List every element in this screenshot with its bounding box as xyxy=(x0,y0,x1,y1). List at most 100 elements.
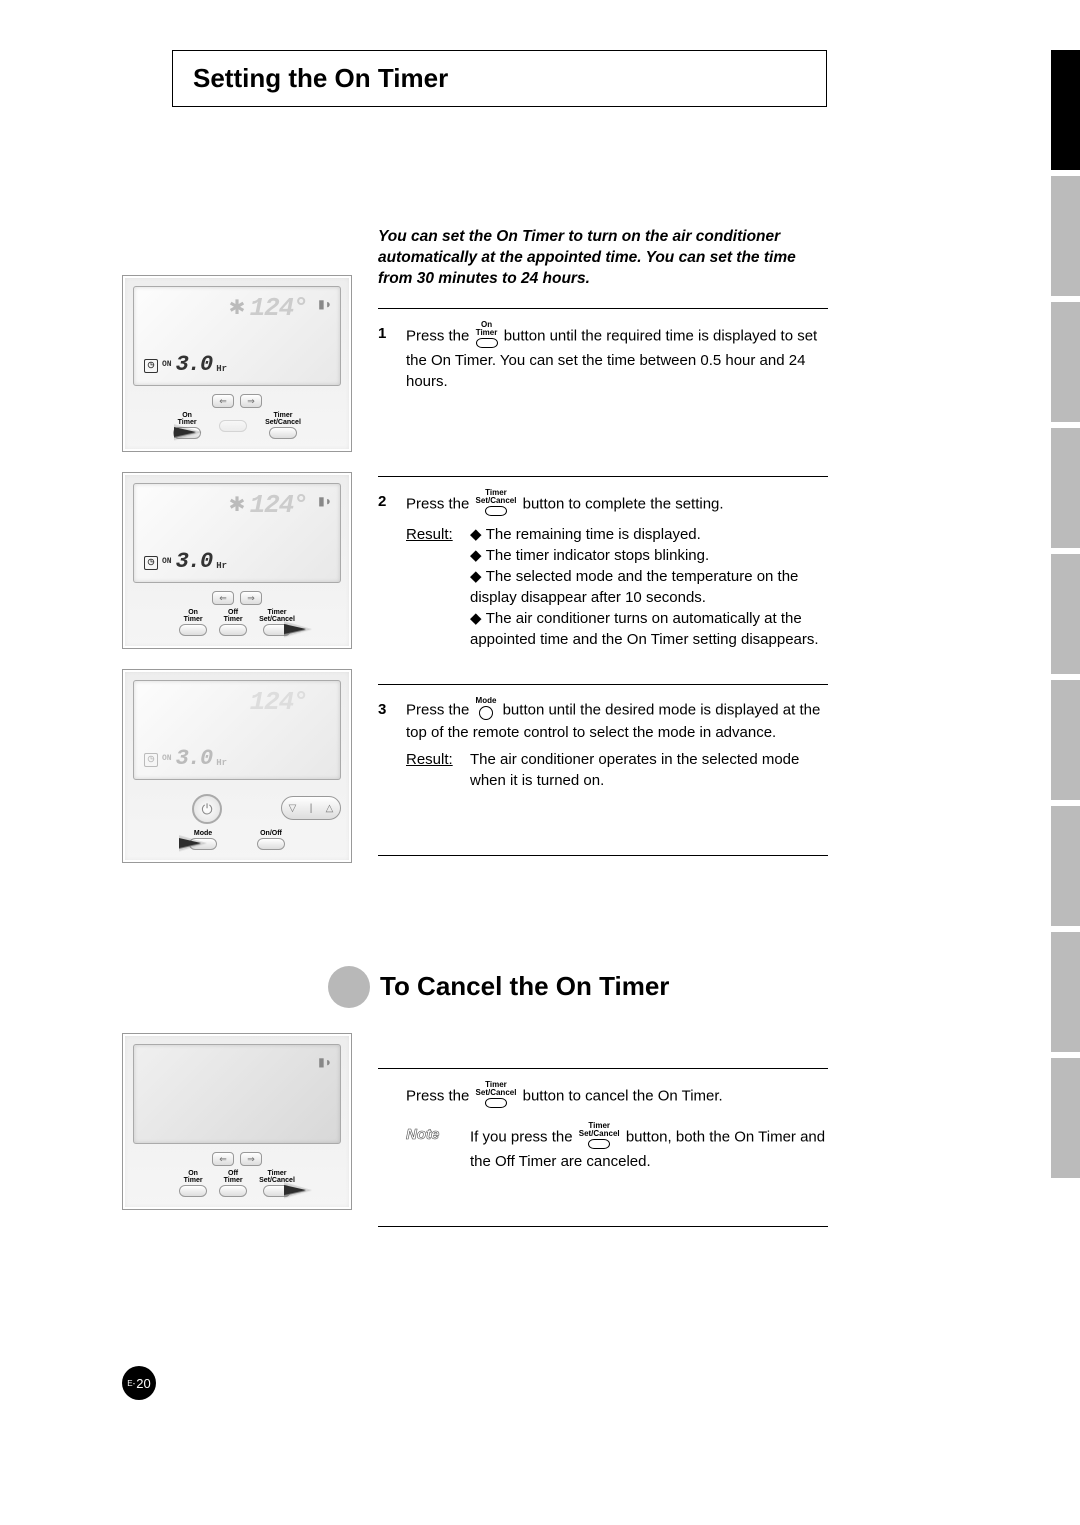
mode-button-icon: Mode xyxy=(476,697,497,720)
timer-readout: ◷ ON 3.0 Hr xyxy=(144,352,330,377)
remote-screen: 124° ◷ ON 3.0 Hr xyxy=(133,680,341,780)
step-number: 3 xyxy=(378,699,406,791)
right-arrow-icon: ⇒ xyxy=(240,1152,262,1166)
result-text: The air conditioner operates in the sele… xyxy=(470,749,828,791)
divider xyxy=(378,684,828,685)
signal-icon: ▮◗ xyxy=(318,494,332,508)
pointer-arrow-icon xyxy=(284,1185,306,1195)
temp-display: 124° xyxy=(250,490,308,520)
on-timer-button xyxy=(179,1185,207,1197)
side-tabs xyxy=(1051,50,1080,1178)
right-arrow-icon: ⇒ xyxy=(240,394,262,408)
button xyxy=(219,420,247,432)
divider xyxy=(378,1068,828,1069)
side-tab xyxy=(1051,428,1080,548)
temp-display: 124° xyxy=(250,687,308,717)
text: button to complete the setting. xyxy=(523,495,724,512)
set-cancel-button xyxy=(269,427,297,439)
remote-figure-4: ▮◗ ⇐⇒ On Timer Off Timer Timer Set/Cance… xyxy=(122,1033,352,1210)
result-item: The timer indicator stops blinking. xyxy=(486,547,709,564)
remote-figure-1: ✱ 124° ▮◗ ◷ ON 3.0 Hr ⇐ ⇒ On Timer xyxy=(122,275,352,452)
onoff-label: On/Off xyxy=(260,830,282,837)
step-3: 3 Press the Mode button until the desire… xyxy=(378,699,828,791)
result-item: The air conditioner turns on automatical… xyxy=(470,610,819,648)
result-list: ◆ The remaining time is displayed. ◆ The… xyxy=(470,524,828,650)
pointer-arrow-icon xyxy=(284,624,306,634)
on-label: ON xyxy=(162,557,172,566)
text: If you press the xyxy=(470,1128,577,1145)
side-tab xyxy=(1051,50,1080,170)
pointer-arrow-icon xyxy=(174,427,196,437)
hidden-label xyxy=(232,412,234,419)
off-timer-button xyxy=(219,624,247,636)
note-label: Note xyxy=(406,1124,470,1172)
step-number: 2 xyxy=(378,491,406,650)
text: Press the xyxy=(406,1087,474,1104)
on-label: ON xyxy=(162,360,172,369)
set-cancel-button-icon: Timer Set/Cancel xyxy=(476,489,517,516)
side-tab xyxy=(1051,554,1080,674)
timer-value: 3.0 xyxy=(176,352,213,377)
remote-screen: ✱ 124° ▮◗ ◷ ON 3.0 Hr xyxy=(133,483,341,583)
off-timer-label: Off Timer xyxy=(224,1170,243,1184)
text: Press the xyxy=(406,327,474,344)
temp-updown-button: ▽|△ xyxy=(281,796,341,820)
signal-icon: ▮◗ xyxy=(318,297,332,311)
side-tab xyxy=(1051,302,1080,422)
text: Press the xyxy=(406,701,474,718)
result-item: The remaining time is displayed. xyxy=(486,526,701,543)
set-cancel-label: Timer Set/Cancel xyxy=(265,412,301,426)
left-arrow-icon: ⇐ xyxy=(212,1152,234,1166)
cancel-step: Press the Timer Set/Cancel button to can… xyxy=(378,1083,828,1172)
divider xyxy=(378,1226,828,1227)
arrow-buttons: ⇐ ⇒ xyxy=(133,394,341,408)
power-button: ⏻ xyxy=(192,794,222,824)
set-cancel-button-icon: Timer Set/Cancel xyxy=(579,1122,620,1149)
off-timer-label: Off Timer xyxy=(224,609,243,623)
side-tab xyxy=(1051,176,1080,296)
remote-figure-2: ✱ 124° ▮◗ ◷ ON 3.0 Hr ⇐ ⇒ On Timer Off Ti… xyxy=(122,472,352,649)
timer-unit: Hr xyxy=(216,561,227,571)
on-timer-label: On Timer xyxy=(184,1170,203,1184)
remote-screen: ✱ 124° ▮◗ ◷ ON 3.0 Hr xyxy=(133,286,341,386)
pointer-arrow-icon xyxy=(179,838,201,848)
side-tab xyxy=(1051,1058,1080,1178)
page-title: Setting the On Timer xyxy=(193,63,806,94)
temp-display: 124° xyxy=(250,293,308,323)
off-timer-button xyxy=(219,1185,247,1197)
title-box: Setting the On Timer xyxy=(172,50,827,107)
timer-unit: Hr xyxy=(216,364,227,374)
text: button to cancel the On Timer. xyxy=(523,1087,723,1104)
side-tab xyxy=(1051,932,1080,1052)
left-arrow-icon: ⇐ xyxy=(212,394,234,408)
page-number: E-20 xyxy=(122,1366,156,1400)
clock-icon: ◷ xyxy=(144,753,158,767)
right-arrow-icon: ⇒ xyxy=(240,591,262,605)
side-tab xyxy=(1051,680,1080,800)
remote-illustrations: ✱ 124° ▮◗ ◷ ON 3.0 Hr ⇐ ⇒ On Timer xyxy=(122,275,352,1230)
result-label: Result: xyxy=(406,749,470,791)
divider xyxy=(378,476,828,477)
remote-screen-blank: ▮◗ xyxy=(133,1044,341,1144)
on-timer-label: On Timer xyxy=(184,609,203,623)
step-2: 2 Press the Timer Set/Cancel button to c… xyxy=(378,491,828,650)
onoff-button xyxy=(257,838,285,850)
intro-text: You can set the On Timer to turn on the … xyxy=(378,227,828,290)
note-body: If you press the Timer Set/Cancel button… xyxy=(470,1124,828,1172)
timer-readout: ◷ ON 3.0 Hr xyxy=(144,549,330,574)
remote-figure-3: 124° ◷ ON 3.0 Hr ⏻ ▽|△ Mode On/Off xyxy=(122,669,352,863)
left-arrow-icon: ⇐ xyxy=(212,591,234,605)
on-timer-button xyxy=(179,624,207,636)
snowflake-icon: ✱ xyxy=(229,492,246,517)
clock-icon: ◷ xyxy=(144,359,158,373)
divider xyxy=(378,855,828,856)
snowflake-icon: ✱ xyxy=(229,295,246,320)
timer-readout: ◷ ON 3.0 Hr xyxy=(144,746,330,771)
result-item: The selected mode and the temperature on… xyxy=(470,568,798,606)
clock-icon: ◷ xyxy=(144,556,158,570)
signal-icon: ▮◗ xyxy=(318,1055,332,1069)
sub-heading: To Cancel the On Timer xyxy=(380,971,669,1002)
divider xyxy=(378,308,828,309)
step-number: 1 xyxy=(378,323,406,392)
timer-value: 3.0 xyxy=(176,549,213,574)
